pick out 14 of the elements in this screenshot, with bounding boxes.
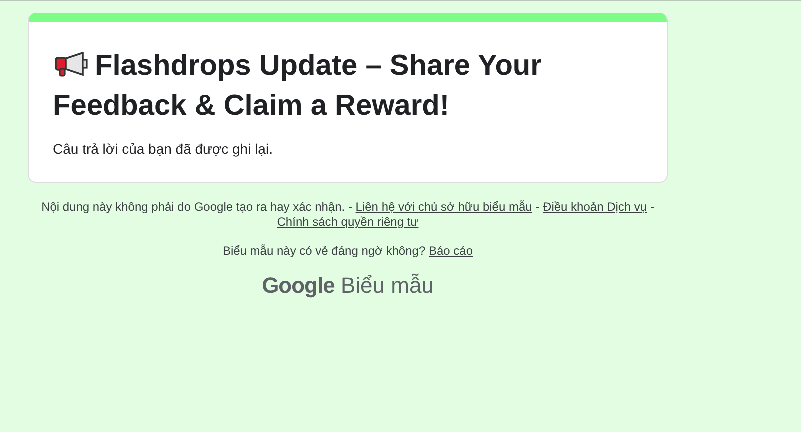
form-title: Feedback & Claim a Reward!	[53, 89, 450, 124]
google-logo: Google	[262, 273, 335, 298]
footer-link[interactable]: Điều khoản Dịch vụ	[543, 200, 648, 214]
report-link[interactable]: Báo cáo	[428, 244, 474, 258]
footer-link[interactable]: Liên hệ với chủ sở hữu biểu mẫu	[356, 200, 532, 214]
megaphone-icon	[53, 52, 89, 78]
forms-label: Biểu mẫu	[340, 273, 434, 298]
footer-text: -	[650, 200, 654, 214]
form-title: Flashdrops Update – Share Your	[95, 49, 542, 84]
confirmation-message: Câu trả lời của bạn đã được ghi lại.	[53, 141, 274, 157]
report-question: Biểu mẫu này có vẻ đáng ngờ không?	[222, 244, 426, 258]
footer-link[interactable]: Chính sách quyền riêng tư	[277, 215, 419, 229]
footer-text: Nội dung này không phải do Google tạo ra hay xác nhận. -	[42, 200, 352, 214]
footer-text: -	[536, 200, 540, 214]
